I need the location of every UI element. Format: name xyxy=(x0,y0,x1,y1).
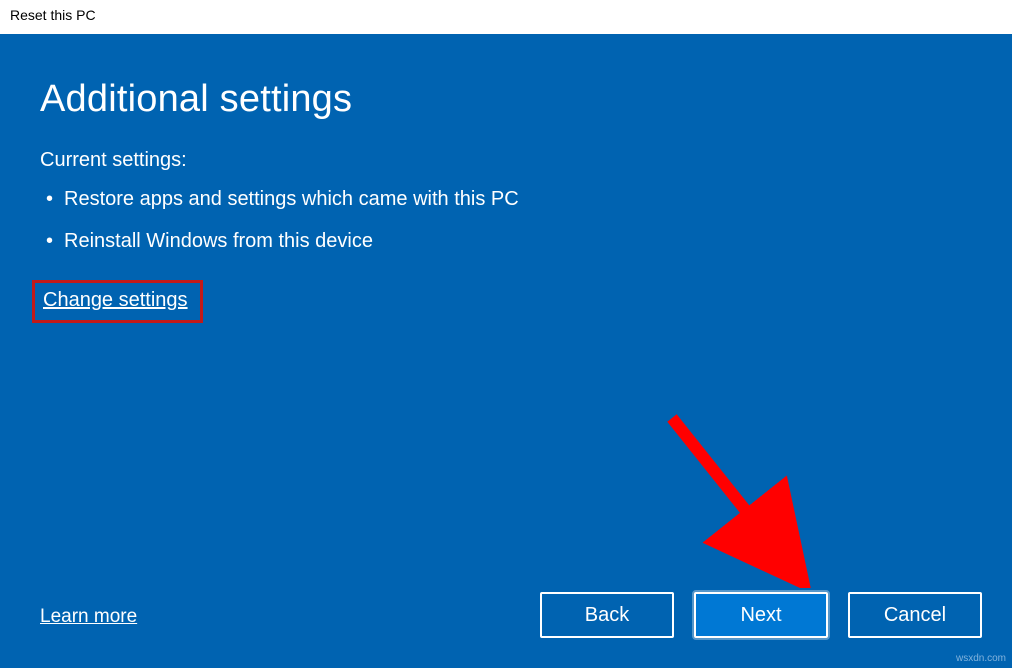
change-settings-link[interactable]: Change settings xyxy=(43,289,188,311)
button-row: Back Next Cancel xyxy=(540,592,982,638)
window-title: Reset this PC xyxy=(10,7,96,23)
current-settings-label: Current settings: xyxy=(40,149,972,172)
back-button[interactable]: Back xyxy=(540,592,674,638)
list-item: Reinstall Windows from this device xyxy=(40,228,972,254)
cancel-button[interactable]: Cancel xyxy=(848,592,982,638)
list-item: Restore apps and settings which came wit… xyxy=(40,186,972,212)
window-titlebar: Reset this PC xyxy=(0,0,1012,34)
learn-more-link[interactable]: Learn more xyxy=(40,606,137,628)
next-button[interactable]: Next xyxy=(694,592,828,638)
annotation-arrow-icon xyxy=(642,408,822,588)
page-heading: Additional settings xyxy=(40,78,972,121)
highlight-box: Change settings xyxy=(32,280,203,323)
settings-list: Restore apps and settings which came wit… xyxy=(40,186,972,254)
dialog-panel: Additional settings Current settings: Re… xyxy=(0,34,1012,668)
watermark: wsxdn.com xyxy=(956,653,1006,664)
